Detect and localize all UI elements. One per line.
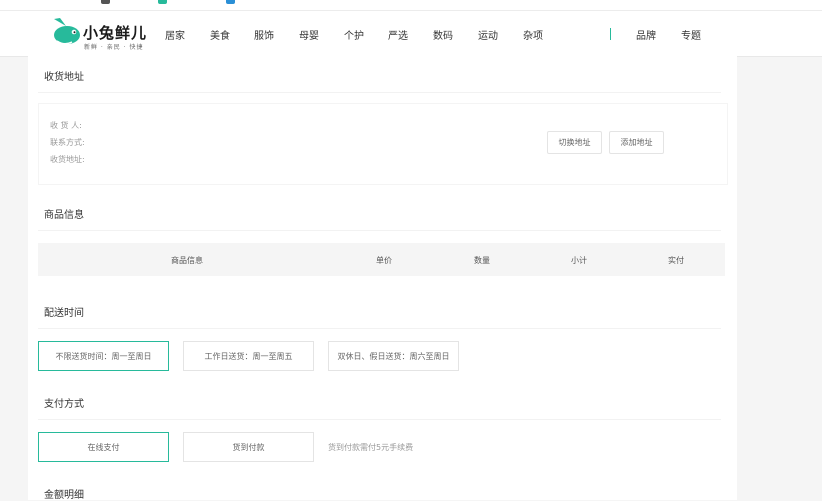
section-title-delivery: 配送时间 (44, 308, 84, 319)
top-utility-bar (0, 0, 822, 11)
section-divider (38, 92, 721, 93)
nav-item-digital[interactable]: 数码 (433, 27, 453, 42)
nav-item-baby[interactable]: 母婴 (299, 27, 319, 42)
nav-item-misc[interactable]: 杂项 (523, 27, 543, 42)
delivery-option-weekday[interactable]: 工作日送货：周一至周五 (183, 341, 314, 371)
section-divider (38, 419, 721, 420)
brand-slogan: 新鲜 · 亲民 · 快捷 (84, 44, 144, 51)
utility-icon-fragment[interactable] (158, 0, 167, 4)
nav-item-selected[interactable]: 严选 (388, 27, 408, 42)
recipient-label: 收 货 人: (50, 121, 82, 130)
utility-icon-fragment[interactable] (226, 0, 235, 4)
payment-option-online[interactable]: 在线支付 (38, 432, 169, 462)
column-unit-price: 单价 (376, 256, 392, 265)
nav-item-food[interactable]: 美食 (210, 27, 230, 42)
address-box: 收 货 人: 联系方式: 收货地址: 切换地址 添加地址 (38, 103, 728, 185)
site-header: 小兔鲜儿 新鲜 · 亲民 · 快捷 居家 美食 服饰 母婴 个护 严选 数码 运… (0, 11, 822, 57)
column-subtotal: 小计 (571, 256, 587, 265)
delivery-option-anytime[interactable]: 不限送货时间：周一至周日 (38, 341, 169, 371)
column-goods-info: 商品信息 (171, 256, 203, 265)
section-title-summary: 金额明细 (44, 490, 84, 501)
section-title-address: 收货地址 (44, 72, 84, 83)
address-label: 收货地址: (50, 155, 85, 164)
delivery-option-weekend[interactable]: 双休日、假日送货：周六至周日 (328, 341, 459, 371)
payment-option-cod[interactable]: 货到付款 (183, 432, 314, 462)
rabbit-logo-icon (54, 18, 80, 45)
nav-item-sports[interactable]: 运动 (478, 27, 498, 42)
add-address-button[interactable]: 添加地址 (609, 131, 664, 154)
utility-link-fragment[interactable] (101, 0, 110, 4)
nav-item-clothing[interactable]: 服饰 (254, 27, 274, 42)
cod-fee-tip: 货到付款需付5元手续费 (328, 443, 414, 452)
section-divider (38, 328, 721, 329)
column-paid: 实付 (668, 256, 684, 265)
brand-name: 小兔鲜儿 (83, 24, 148, 42)
nav-item-topic[interactable]: 专题 (681, 27, 701, 42)
nav-item-home[interactable]: 居家 (165, 27, 185, 42)
goods-table-header: 商品信息 单价 数量 小计 实付 (38, 243, 725, 276)
switch-address-button[interactable]: 切换地址 (547, 131, 602, 154)
section-title-payment: 支付方式 (44, 399, 84, 410)
section-title-goods: 商品信息 (44, 210, 84, 221)
nav-divider (610, 28, 611, 40)
nav-item-personal-care[interactable]: 个护 (344, 27, 364, 42)
contact-label: 联系方式: (50, 138, 85, 147)
checkout-panel: 收货地址 收 货 人: 联系方式: 收货地址: 切换地址 添加地址 商品信息 商… (28, 56, 737, 501)
nav-item-brand[interactable]: 品牌 (636, 27, 656, 42)
column-quantity: 数量 (474, 256, 490, 265)
section-divider (38, 230, 721, 231)
site-logo[interactable]: 小兔鲜儿 新鲜 · 亲民 · 快捷 (50, 15, 148, 51)
